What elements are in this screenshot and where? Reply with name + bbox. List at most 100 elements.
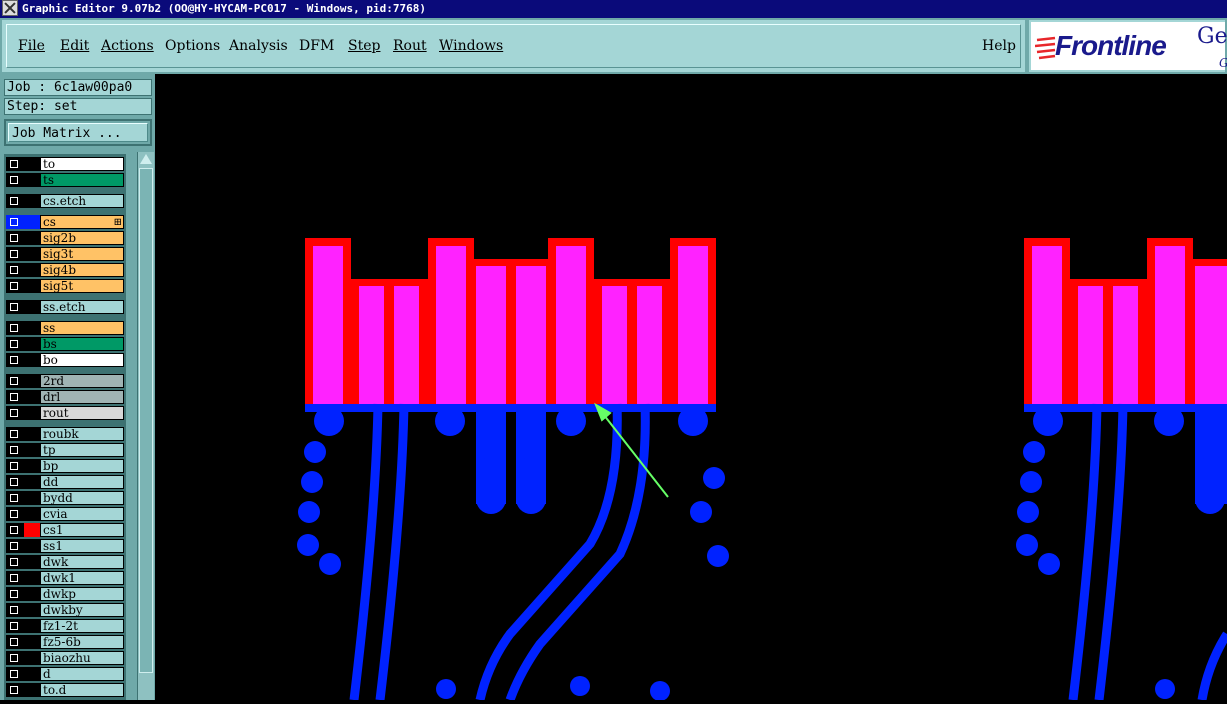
menu-options[interactable]: Options	[165, 38, 220, 54]
job-matrix-button[interactable]: Job Matrix ...	[4, 119, 152, 146]
layer-name[interactable]: ts	[40, 173, 124, 187]
layer-name[interactable]: roubk	[40, 427, 124, 441]
layer-row-drl[interactable]: drl	[4, 389, 126, 405]
layer-color-swatch[interactable]	[24, 157, 40, 171]
layer-checkbox[interactable]	[6, 507, 24, 521]
layer-color-swatch[interactable]	[24, 194, 40, 208]
layer-checkbox[interactable]	[6, 231, 24, 245]
window-icon[interactable]	[2, 0, 18, 16]
layer-row-cs1[interactable]: cs1	[4, 522, 126, 538]
layer-color-swatch[interactable]	[24, 523, 40, 537]
layer-name[interactable]: sig4b	[40, 263, 124, 277]
layer-color-swatch[interactable]	[24, 555, 40, 569]
layer-row-tp[interactable]: tp	[4, 442, 126, 458]
layer-color-swatch[interactable]	[24, 507, 40, 521]
layer-row-dwk[interactable]: dwk	[4, 554, 126, 570]
layer-name[interactable]: cs ⊞	[40, 215, 124, 229]
layer-row-ss.etch[interactable]: ss.etch	[4, 299, 126, 315]
expand-icon[interactable]: ⊞	[114, 216, 122, 229]
layer-row-fz5-6b[interactable]: fz5-6b	[4, 634, 126, 650]
layer-row-bo[interactable]: bo	[4, 352, 126, 368]
menu-step[interactable]: Step	[348, 38, 380, 54]
layer-name[interactable]: bs	[40, 337, 124, 351]
layer-row-ts[interactable]: ts	[4, 172, 126, 188]
layer-color-swatch[interactable]	[24, 667, 40, 681]
layer-checkbox[interactable]	[6, 263, 24, 277]
layer-checkbox[interactable]	[6, 279, 24, 293]
layer-row-sig4b[interactable]: sig4b	[4, 262, 126, 278]
layer-row-sig3t[interactable]: sig3t	[4, 246, 126, 262]
layer-row-dwkp[interactable]: dwkp	[4, 586, 126, 602]
layer-row-2rd[interactable]: 2rd	[4, 373, 126, 389]
layer-checkbox[interactable]	[6, 337, 24, 351]
layer-color-swatch[interactable]	[24, 539, 40, 553]
layer-name[interactable]: sig2b	[40, 231, 124, 245]
layer-row-bydd[interactable]: bydd	[4, 490, 126, 506]
layer-color-swatch[interactable]	[24, 406, 40, 420]
layer-checkbox[interactable]	[6, 683, 24, 697]
menu-dfm[interactable]: DFM	[299, 38, 334, 54]
layer-color-swatch[interactable]	[24, 459, 40, 473]
layer-checkbox[interactable]	[6, 619, 24, 633]
layer-checkbox[interactable]	[6, 406, 24, 420]
layer-checkbox[interactable]	[6, 571, 24, 585]
menu-analysis[interactable]: Analysis	[229, 38, 288, 54]
layer-name[interactable]: 2rd	[40, 374, 124, 388]
layer-checkbox[interactable]	[6, 300, 24, 314]
layer-checkbox[interactable]	[6, 194, 24, 208]
layer-name[interactable]: drl	[40, 390, 124, 404]
layer-color-swatch[interactable]	[24, 619, 40, 633]
graphic-canvas[interactable]	[158, 74, 1227, 702]
layer-name[interactable]: fz5-6b	[40, 635, 124, 649]
layer-row-d[interactable]: d	[4, 666, 126, 682]
layer-name[interactable]: dwk	[40, 555, 124, 569]
layer-row-bp[interactable]: bp	[4, 458, 126, 474]
layer-row-dwk1[interactable]: dwk1	[4, 570, 126, 586]
layer-color-swatch[interactable]	[24, 374, 40, 388]
layer-row-cs.etch[interactable]: cs.etch	[4, 193, 126, 209]
layer-color-swatch[interactable]	[24, 635, 40, 649]
layer-color-swatch[interactable]	[24, 427, 40, 441]
layer-scrollbar[interactable]	[137, 152, 154, 700]
layer-name[interactable]: biaozhu	[40, 651, 124, 665]
layer-row-biaozhu[interactable]: biaozhu	[4, 650, 126, 666]
layer-checkbox[interactable]	[6, 635, 24, 649]
layer-name[interactable]: fz1-2t	[40, 619, 124, 633]
layer-name[interactable]: dd	[40, 475, 124, 489]
layer-checkbox[interactable]	[6, 491, 24, 505]
layer-checkbox[interactable]	[6, 555, 24, 569]
layer-checkbox[interactable]	[6, 587, 24, 601]
layer-checkbox[interactable]	[6, 651, 24, 665]
layer-checkbox[interactable]	[6, 667, 24, 681]
layer-row-to.d[interactable]: to.d	[4, 682, 126, 698]
layer-checkbox[interactable]	[6, 539, 24, 553]
menu-file[interactable]: File	[18, 38, 45, 54]
layer-name[interactable]: ss	[40, 321, 124, 335]
layer-checkbox[interactable]	[6, 459, 24, 473]
layer-color-swatch[interactable]	[24, 390, 40, 404]
layer-checkbox[interactable]	[6, 523, 24, 537]
layer-row-cs[interactable]: cs ⊞	[4, 214, 126, 230]
layer-checkbox[interactable]	[6, 157, 24, 171]
layer-color-swatch[interactable]	[24, 443, 40, 457]
layer-name[interactable]: cs.etch	[40, 194, 124, 208]
layer-color-swatch[interactable]	[24, 263, 40, 277]
layer-name[interactable]: to	[40, 157, 124, 171]
layer-checkbox[interactable]	[6, 427, 24, 441]
layer-name[interactable]: to.d	[40, 683, 124, 697]
layer-name[interactable]: sig3t	[40, 247, 124, 261]
menu-edit[interactable]: Edit	[60, 38, 89, 54]
layer-row-to[interactable]: to	[4, 156, 126, 172]
layer-name[interactable]: dwkp	[40, 587, 124, 601]
layer-name[interactable]: ss.etch	[40, 300, 124, 314]
layer-checkbox[interactable]	[6, 603, 24, 617]
layer-checkbox[interactable]	[6, 321, 24, 335]
layer-checkbox[interactable]	[6, 443, 24, 457]
layer-checkbox[interactable]	[6, 247, 24, 261]
layer-checkbox[interactable]	[6, 173, 24, 187]
layer-name[interactable]: cvia	[40, 507, 124, 521]
layer-checkbox[interactable]	[6, 390, 24, 404]
layer-row-sig5t[interactable]: sig5t	[4, 278, 126, 294]
menu-windows[interactable]: Windows	[439, 38, 503, 54]
layer-name[interactable]: rout	[40, 406, 124, 420]
